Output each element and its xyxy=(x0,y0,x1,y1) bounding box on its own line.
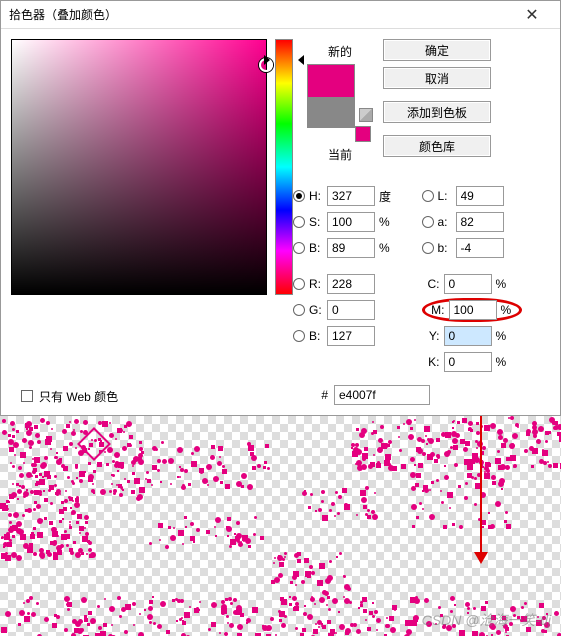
label-l: L: xyxy=(438,189,456,203)
input-g[interactable] xyxy=(327,300,375,320)
input-brgb[interactable] xyxy=(327,326,375,346)
label-h: H: xyxy=(309,189,327,203)
hue-slider[interactable] xyxy=(275,39,293,295)
radio-l[interactable] xyxy=(422,190,434,202)
web-only-checkbox[interactable] xyxy=(21,390,33,402)
saturation-value-field[interactable] xyxy=(11,39,267,295)
add-to-swatches-button[interactable]: 添加到色板 xyxy=(383,101,491,123)
window-title: 拾色器（叠加颜色） xyxy=(9,6,512,23)
label-s: S: xyxy=(309,215,327,229)
unit-k: % xyxy=(496,355,512,369)
radio-h[interactable] xyxy=(293,190,305,202)
canvas-preview: CSDN @沧海一笑-dj xyxy=(0,416,561,636)
radio-brgb[interactable] xyxy=(293,330,305,342)
radio-a[interactable] xyxy=(422,216,434,228)
m-highlight: M:% xyxy=(422,298,522,322)
radio-s[interactable] xyxy=(293,216,305,228)
close-button[interactable]: ✕ xyxy=(512,1,552,29)
radio-blab[interactable] xyxy=(422,242,434,254)
input-m[interactable] xyxy=(449,300,497,320)
label-y: Y: xyxy=(422,329,440,343)
color-swatch xyxy=(307,64,355,128)
label-m: M: xyxy=(427,303,445,317)
input-k[interactable] xyxy=(444,352,492,372)
radio-r[interactable] xyxy=(293,278,305,290)
label-k: K: xyxy=(422,355,440,369)
input-y[interactable] xyxy=(444,326,492,346)
annotation-arrow xyxy=(480,416,482,556)
current-label: 当前 xyxy=(328,146,352,163)
input-blab[interactable] xyxy=(456,238,504,258)
label-blab: b: xyxy=(438,241,456,255)
label-brgb: B: xyxy=(309,329,327,343)
unit-h: 度 xyxy=(379,188,395,205)
color-libraries-button[interactable]: 颜色库 xyxy=(383,135,491,157)
unit-m: % xyxy=(501,303,517,317)
input-r[interactable] xyxy=(327,274,375,294)
swatch-new xyxy=(308,65,354,97)
cancel-button[interactable]: 取消 xyxy=(383,67,491,89)
cube-icon[interactable] xyxy=(359,108,373,122)
label-bhsb: B: xyxy=(309,241,327,255)
input-h[interactable] xyxy=(327,186,375,206)
web-only-label: 只有 Web 颜色 xyxy=(39,388,118,405)
input-hex[interactable] xyxy=(334,385,430,405)
annotation-arrowhead xyxy=(474,552,488,564)
input-bhsb[interactable] xyxy=(327,238,375,258)
input-c[interactable] xyxy=(444,274,492,294)
label-g: G: xyxy=(309,303,327,317)
watermark: CSDN @沧海一笑-dj xyxy=(422,610,551,630)
unit-bhsb: % xyxy=(379,241,395,255)
unit-y: % xyxy=(496,329,512,343)
label-r: R: xyxy=(309,277,327,291)
label-c: C: xyxy=(422,277,440,291)
radio-bhsb[interactable] xyxy=(293,242,305,254)
input-l[interactable] xyxy=(456,186,504,206)
unit-s: % xyxy=(379,215,395,229)
swatch-current xyxy=(308,97,354,128)
input-a[interactable] xyxy=(456,212,504,232)
mini-swatch[interactable] xyxy=(355,126,371,142)
radio-g[interactable] xyxy=(293,304,305,316)
hex-hash: # xyxy=(321,388,328,402)
ok-button[interactable]: 确定 xyxy=(383,39,491,61)
input-s[interactable] xyxy=(327,212,375,232)
new-label: 新的 xyxy=(328,43,352,60)
unit-c: % xyxy=(496,277,512,291)
label-a: a: xyxy=(438,215,456,229)
